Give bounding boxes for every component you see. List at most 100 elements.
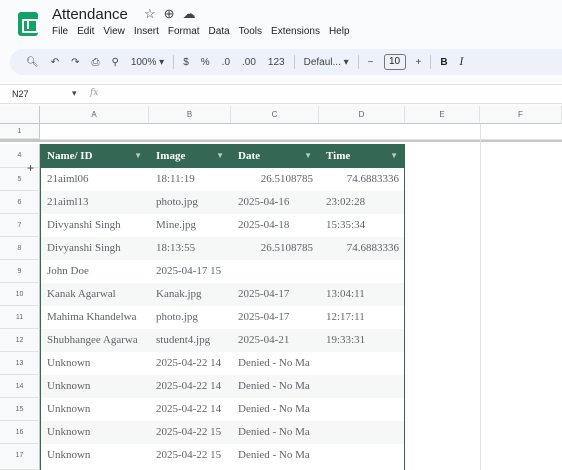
header-date[interactable]: Date ▼ — [231, 144, 319, 168]
row-header-11[interactable]: 11 — [0, 306, 40, 329]
table-cell[interactable]: Mahima Khandelwa — [40, 306, 149, 329]
table-cell[interactable]: 12:17:11 — [319, 306, 405, 329]
table-cell[interactable]: 26.5108785 — [231, 237, 319, 260]
row-header-17[interactable]: 17 — [0, 444, 40, 470]
row-header-7[interactable]: 7 — [0, 214, 40, 237]
currency-format-button[interactable]: $ — [177, 57, 195, 68]
menu-insert[interactable]: Insert — [134, 26, 159, 37]
row-header-10[interactable]: 10 — [0, 283, 40, 306]
table-cell[interactable]: Mine.jpg — [149, 214, 231, 237]
row-header-12[interactable]: 12 — [0, 329, 40, 352]
table-cell[interactable]: Kanak.jpg — [149, 283, 231, 306]
table-cell[interactable]: 21aiml06 — [40, 168, 149, 191]
table-cell[interactable]: Unknown — [40, 444, 149, 467]
table-cell[interactable]: 2025-04-22 14 — [149, 352, 231, 375]
table-cell[interactable]: Kanak Agarwal — [40, 283, 149, 306]
font-size-input[interactable]: 10 — [383, 54, 406, 70]
table-cell[interactable]: 2025-04-17 — [231, 306, 319, 329]
table-cell[interactable]: Denied - No Ma — [231, 421, 319, 444]
menu-view[interactable]: View — [103, 26, 125, 37]
table-cell[interactable]: 74.6883336 — [319, 168, 405, 191]
number-format-button[interactable]: 123 — [262, 57, 291, 68]
menu-extensions[interactable]: Extensions — [271, 26, 320, 37]
table-cell[interactable]: 18:11:19 — [149, 168, 231, 191]
table-cell[interactable]: photo.jpg — [149, 306, 231, 329]
menu-data[interactable]: Data — [209, 26, 230, 37]
paint-format-icon[interactable]: ⚲ — [105, 57, 124, 68]
print-icon[interactable]: ⎙ — [85, 57, 105, 68]
table-cell[interactable]: 19:33:31 — [319, 329, 405, 352]
filter-icon[interactable]: ▼ — [134, 144, 142, 168]
row-header-1[interactable]: 1 — [0, 124, 40, 139]
move-folder-icon[interactable]: ⊕ — [164, 6, 175, 22]
table-cell[interactable]: 23:02:28 — [319, 191, 405, 214]
table-cell[interactable] — [231, 260, 319, 283]
row-header-6[interactable]: 6 — [0, 191, 40, 214]
filter-icon[interactable]: ▼ — [304, 144, 312, 168]
filter-icon[interactable]: ▼ — [390, 144, 398, 168]
table-cell[interactable]: 2025-04-18 — [231, 214, 319, 237]
menu-format[interactable]: Format — [168, 26, 200, 37]
row-header-9[interactable]: 9 — [0, 260, 40, 283]
percent-format-button[interactable]: % — [195, 57, 216, 68]
column-header-e[interactable]: E — [405, 106, 480, 124]
row-header-15[interactable]: 15 — [0, 398, 40, 421]
table-cell[interactable] — [319, 352, 405, 375]
column-header-c[interactable]: C — [231, 106, 319, 124]
undo-icon[interactable]: ↶ — [45, 57, 65, 68]
name-box[interactable]: N27 — [12, 89, 29, 99]
redo-icon[interactable]: ↷ — [65, 57, 85, 68]
table-cell[interactable] — [319, 375, 405, 398]
italic-button[interactable]: I — [454, 57, 470, 68]
table-cell[interactable]: Denied - No Ma — [231, 352, 319, 375]
filter-icon[interactable]: ▼ — [216, 144, 224, 168]
decrease-font-size-button[interactable]: − — [362, 57, 380, 68]
table-cell[interactable]: John Doe — [40, 260, 149, 283]
row-header-13[interactable]: 13 — [0, 352, 40, 375]
table-cell[interactable]: 2025-04-22 15 — [149, 421, 231, 444]
table-cell[interactable]: 2025-04-22 14 — [149, 398, 231, 421]
table-cell[interactable]: 26.5108785 — [231, 168, 319, 191]
table-cell[interactable]: Shubhangee Agarwa — [40, 329, 149, 352]
menu-help[interactable]: Help — [329, 26, 350, 37]
header-time[interactable]: Time ▼ — [319, 144, 405, 168]
table-cell[interactable]: 2025-04-17 — [231, 283, 319, 306]
table-cell[interactable]: 2025-04-17 15 — [149, 260, 231, 283]
column-header-a[interactable]: A — [40, 106, 149, 124]
table-cell[interactable]: 2025-04-16 — [231, 191, 319, 214]
row-header-14[interactable]: 14 — [0, 375, 40, 398]
table-cell[interactable]: Denied - No Ma — [231, 375, 319, 398]
row-header-16[interactable]: 16 — [0, 421, 40, 444]
table-cell[interactable]: Unknown — [40, 421, 149, 444]
table-cell[interactable]: Unknown — [40, 375, 149, 398]
table-cell[interactable]: photo.jpg — [149, 191, 231, 214]
table-cell[interactable] — [319, 444, 405, 467]
row-header-8[interactable]: 8 — [0, 237, 40, 260]
zoom-select[interactable]: 100% ▾ — [125, 57, 170, 68]
add-row-plus-icon[interactable]: + — [27, 161, 34, 175]
star-icon[interactable]: ☆ — [144, 6, 156, 22]
table-cell[interactable] — [319, 421, 405, 444]
table-cell[interactable]: Denied - No Ma — [231, 444, 319, 467]
table-cell[interactable]: 18:13:55 — [149, 237, 231, 260]
table-cell[interactable]: 2025-04-22 14 — [149, 375, 231, 398]
search-menus-icon[interactable]: 🔍︎ — [20, 57, 45, 68]
table-cell[interactable]: 2025-04-21 — [231, 329, 319, 352]
chevron-down-icon[interactable]: ▾ — [72, 88, 77, 99]
column-header-b[interactable]: B — [149, 106, 231, 124]
sheets-logo-icon[interactable] — [18, 12, 38, 36]
table-cell[interactable]: Denied - No Ma — [231, 398, 319, 421]
table-cell[interactable]: 21aiml13 — [40, 191, 149, 214]
column-header-f[interactable]: F — [480, 106, 562, 124]
table-cell[interactable]: Divyanshi Singh — [40, 237, 149, 260]
decrease-decimal-button[interactable]: .0 — [216, 57, 236, 68]
font-select[interactable]: Defaul... ▾ — [298, 57, 355, 68]
table-cell[interactable]: 2025-04-22 15 — [149, 444, 231, 467]
header-image[interactable]: Image ▼ — [149, 144, 231, 168]
increase-font-size-button[interactable]: + — [410, 57, 428, 68]
select-all-corner[interactable] — [0, 106, 40, 124]
cloud-status-icon[interactable]: ☁ — [183, 6, 196, 22]
bold-button[interactable]: B — [434, 57, 453, 68]
table-cell[interactable]: Unknown — [40, 352, 149, 375]
header-name-id[interactable]: Name/ ID ▼ — [40, 144, 149, 168]
